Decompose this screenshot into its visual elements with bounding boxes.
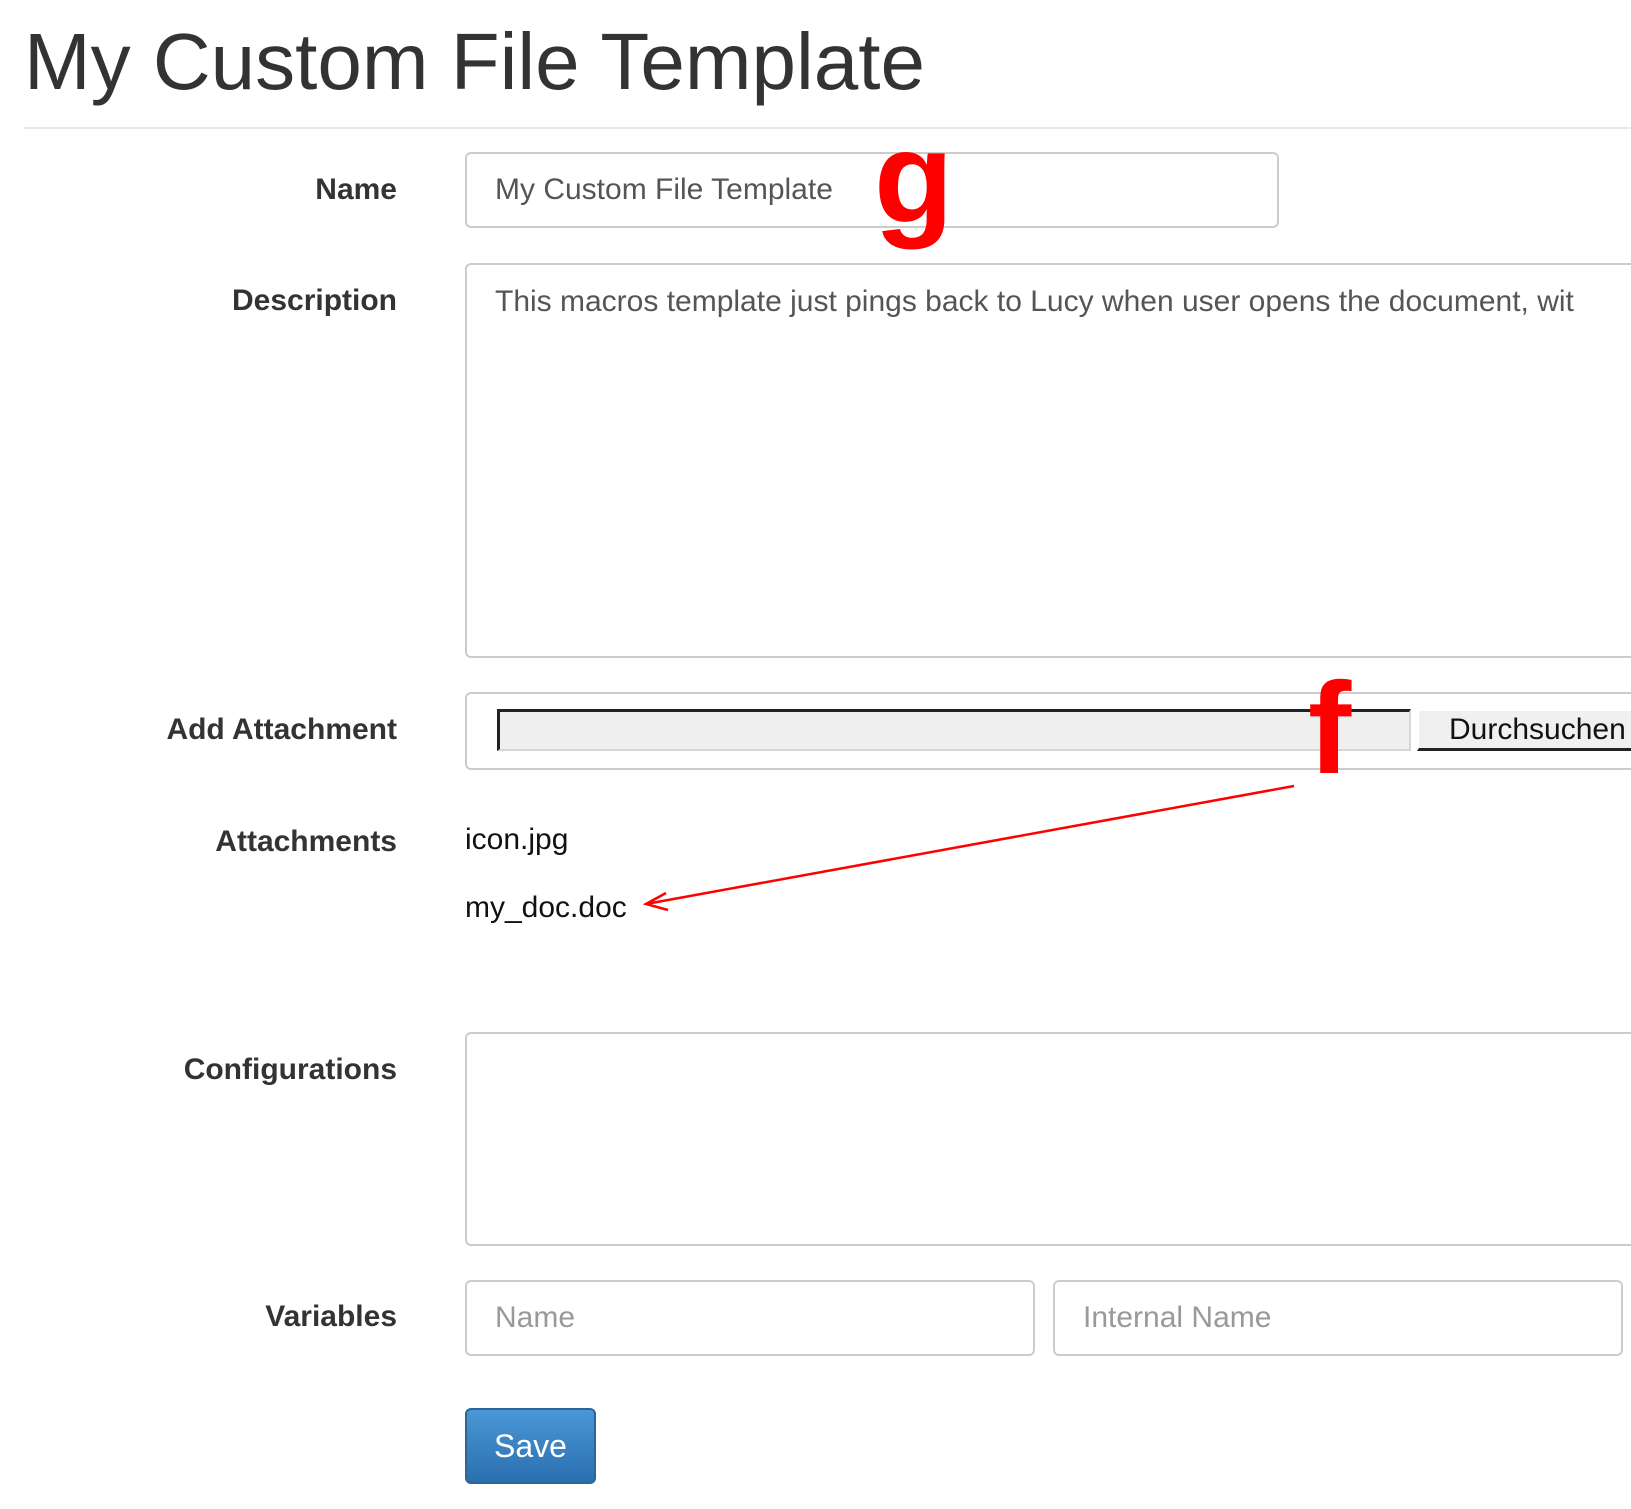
variables-label: Variables: [265, 1300, 397, 1333]
file-upload-field: Durchsuchen: [465, 692, 1631, 770]
annotation-arrow-head: [642, 891, 669, 912]
add-attachment-label: Add Attachment: [166, 713, 397, 746]
annotation-letter-f: f: [1308, 655, 1352, 801]
annotation-arrow-line: [645, 784, 1295, 906]
attachments-label: Attachments: [215, 825, 397, 858]
description-textarea[interactable]: This macros template just pings back to …: [465, 263, 1631, 658]
description-label: Description: [231, 284, 397, 317]
name-input[interactable]: [465, 152, 1279, 228]
attachment-item-my-doc[interactable]: my_doc.doc: [465, 890, 627, 926]
variable-name-input[interactable]: [465, 1280, 1035, 1356]
page-title: My Custom File Template: [24, 17, 926, 106]
title-divider: [24, 127, 1631, 129]
file-path-input[interactable]: [497, 709, 1411, 751]
annotation-letter-g: g: [874, 104, 954, 250]
attachment-item-icon-jpg[interactable]: icon.jpg: [465, 822, 568, 858]
save-button[interactable]: Save: [465, 1408, 596, 1484]
browse-button[interactable]: Durchsuchen: [1417, 709, 1631, 751]
configurations-textarea[interactable]: [465, 1032, 1631, 1246]
configurations-label: Configurations: [183, 1053, 397, 1086]
variable-internal-name-input[interactable]: [1053, 1280, 1623, 1356]
name-label: Name: [315, 173, 397, 206]
